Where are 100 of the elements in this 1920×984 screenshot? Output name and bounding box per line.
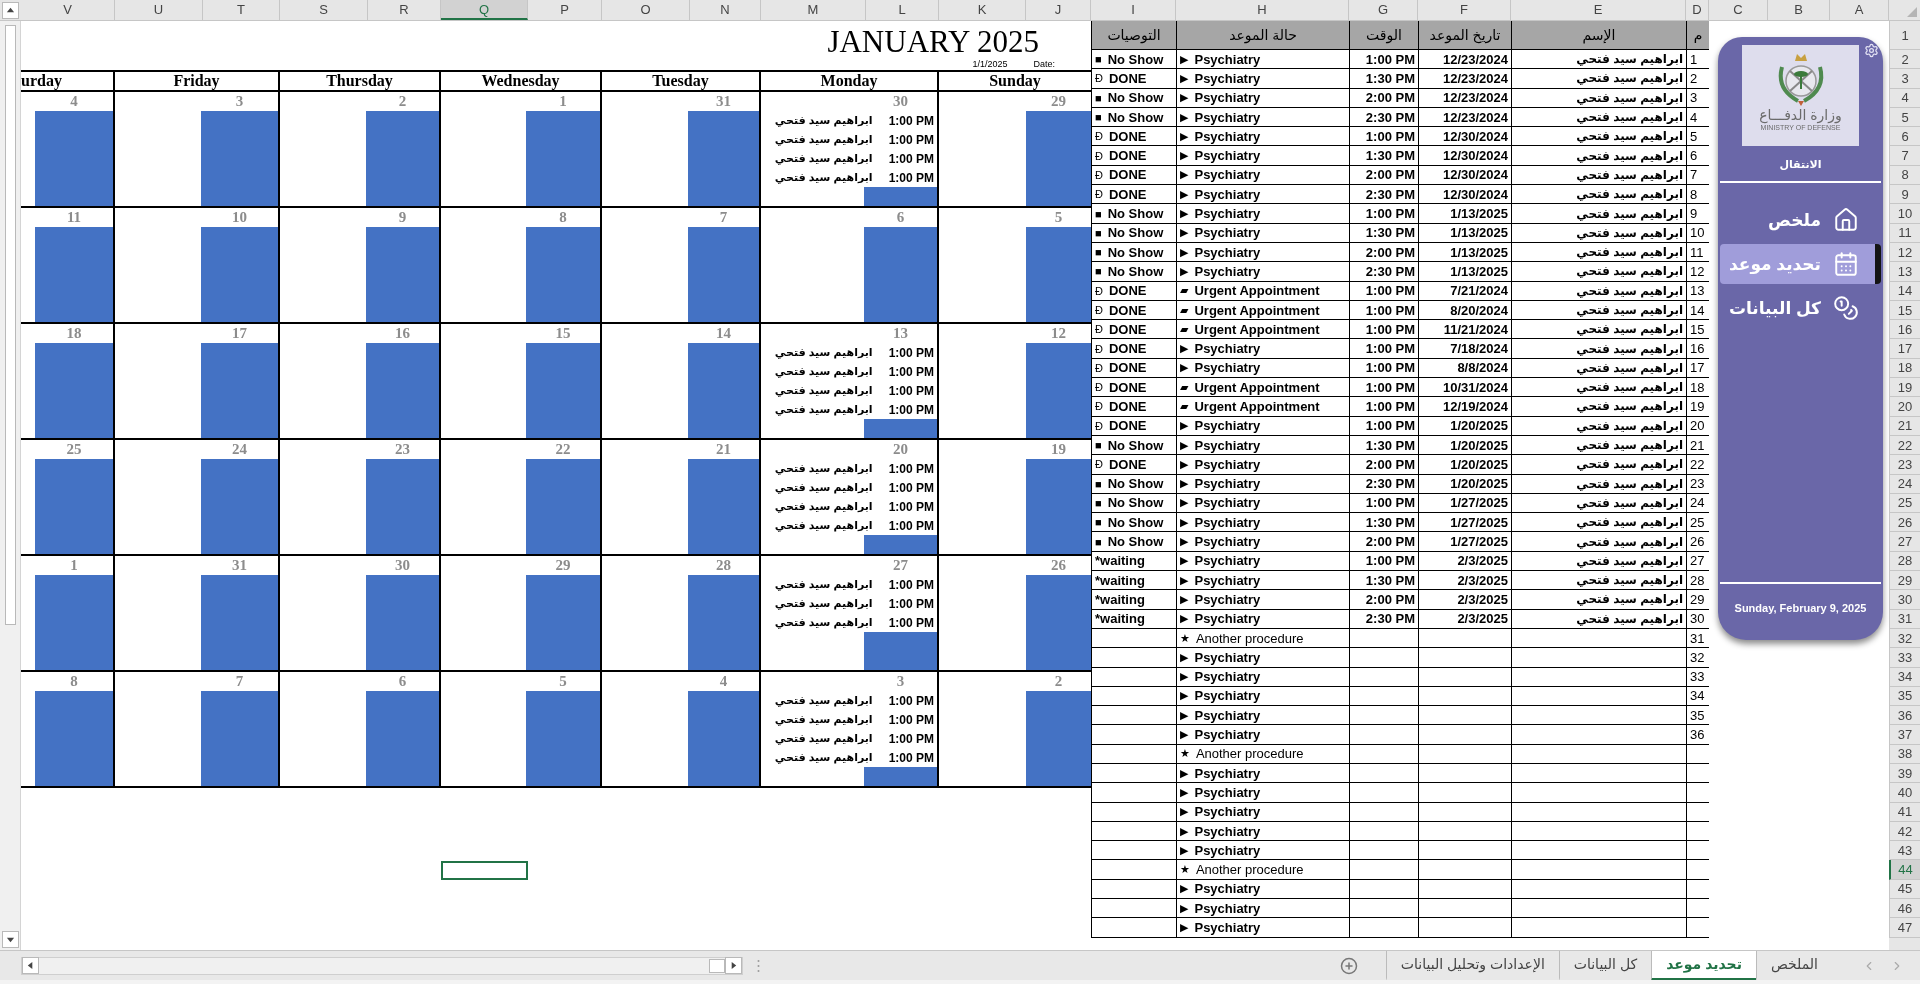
row-header[interactable]: 16: [1889, 320, 1920, 340]
column-header[interactable]: D: [1686, 0, 1709, 20]
row-header[interactable]: 20: [1889, 397, 1920, 417]
procedure-icon: ▰: [1180, 380, 1189, 394]
patient-name: ابراهيم سيد فتحي: [1576, 322, 1683, 337]
column-header[interactable]: I: [1091, 0, 1176, 20]
vertical-scrollbar[interactable]: [0, 21, 21, 950]
row-header[interactable]: 41: [1889, 802, 1920, 822]
appointment-date: 7/21/2024: [1450, 283, 1508, 299]
row-header[interactable]: 33: [1889, 648, 1920, 668]
row-header[interactable]: 31: [1889, 609, 1920, 629]
row-header[interactable]: 1: [1889, 21, 1920, 50]
column-header[interactable]: E: [1511, 0, 1686, 20]
column-header[interactable]: L: [866, 0, 939, 20]
row-header[interactable]: 17: [1889, 339, 1920, 359]
appointment-name: ابراهيم سيد فتحي: [774, 171, 873, 184]
procedure-name: Psychiatry: [1194, 900, 1261, 916]
procedure-name: Psychiatry: [1194, 784, 1261, 800]
patient-name: ابراهيم سيد فتحي: [1576, 167, 1683, 182]
column-header[interactable]: H: [1176, 0, 1349, 20]
column-header[interactable]: B: [1768, 0, 1830, 20]
scroll-up-button[interactable]: [2, 1, 19, 19]
row-header[interactable]: 26: [1889, 513, 1920, 533]
row-header[interactable]: 30: [1889, 590, 1920, 610]
row-header[interactable]: 7: [1889, 146, 1920, 166]
status-text: No Show: [1107, 495, 1164, 511]
row-header[interactable]: 11: [1889, 223, 1920, 243]
row-header[interactable]: 4: [1889, 88, 1920, 108]
column-header[interactable]: T: [203, 0, 280, 20]
scroll-down-button[interactable]: [1, 931, 19, 948]
row-header[interactable]: 6: [1889, 127, 1920, 147]
row-header[interactable]: 18: [1889, 358, 1920, 379]
row-header[interactable]: 47: [1889, 918, 1920, 938]
procedure-name: Psychiatry: [1194, 707, 1261, 723]
status-text: No Show: [1107, 51, 1164, 67]
row-header[interactable]: 45: [1889, 879, 1920, 900]
horizontal-scrollbar[interactable]: [21, 956, 743, 975]
row-header[interactable]: 40: [1889, 783, 1920, 803]
add-sheet-button[interactable]: [1339, 956, 1358, 975]
appointment-time: 2:00 PM: [1365, 534, 1415, 550]
row-header[interactable]: 35: [1889, 686, 1920, 707]
nav-item[interactable]: ملخص: [1720, 200, 1881, 240]
row-header[interactable]: 14: [1889, 281, 1920, 301]
column-header[interactable]: J: [1026, 0, 1091, 20]
row-header[interactable]: 19: [1889, 378, 1920, 398]
procedure-icon: ▶: [1180, 207, 1189, 220]
row-header[interactable]: 2: [1889, 50, 1920, 70]
row-header[interactable]: 13: [1889, 262, 1920, 282]
row-header[interactable]: 42: [1889, 821, 1920, 842]
column-header[interactable]: G: [1349, 0, 1418, 20]
scroll-left-button[interactable]: [22, 957, 39, 974]
column-header[interactable]: C: [1709, 0, 1768, 20]
splitter-icon[interactable]: [757, 958, 760, 973]
row-header[interactable]: 25: [1889, 493, 1920, 514]
row-header[interactable]: 44: [1889, 860, 1920, 880]
column-header[interactable]: V: [21, 0, 115, 20]
row-header[interactable]: 12: [1889, 242, 1920, 263]
row-header[interactable]: 32: [1889, 628, 1920, 649]
row-header[interactable]: 29: [1889, 571, 1920, 591]
row-header[interactable]: 10: [1889, 204, 1920, 224]
row-header[interactable]: 38: [1889, 744, 1920, 764]
row-header[interactable]: 21: [1889, 416, 1920, 436]
scroll-right-button[interactable]: [725, 957, 742, 974]
row-header[interactable]: 3: [1889, 69, 1920, 89]
nav-item[interactable]: كل البيانات: [1720, 288, 1881, 328]
column-header[interactable]: U: [115, 0, 203, 20]
row-header[interactable]: 39: [1889, 764, 1920, 784]
row-header[interactable]: 23: [1889, 455, 1920, 475]
row-header[interactable]: 15: [1889, 300, 1920, 321]
appointment-time: 1:00 PM: [888, 518, 934, 533]
row-header[interactable]: 5: [1889, 107, 1920, 128]
scrollbar-thumb[interactable]: [4, 25, 16, 625]
appointment-time: 1:00 PM: [888, 402, 934, 417]
column-header[interactable]: S: [280, 0, 368, 20]
row-header[interactable]: 28: [1889, 551, 1920, 571]
row-header[interactable]: 46: [1889, 899, 1920, 919]
row-header[interactable]: 8: [1889, 165, 1920, 186]
column-header[interactable]: A: [1830, 0, 1889, 20]
row-header[interactable]: 34: [1889, 667, 1920, 687]
appointment-time: 2:00 PM: [1365, 90, 1415, 106]
scrollbar-thumb[interactable]: [709, 958, 725, 973]
status-text: *waiting: [1095, 611, 1145, 627]
row-header[interactable]: 27: [1889, 532, 1920, 552]
column-header[interactable]: P: [528, 0, 602, 20]
column-header[interactable]: N: [690, 0, 761, 20]
row-header[interactable]: 37: [1889, 725, 1920, 745]
sheet-tab[interactable]: تحديد موعد: [1651, 950, 1756, 981]
row-header[interactable]: 22: [1889, 435, 1920, 456]
row-header[interactable]: 36: [1889, 706, 1920, 726]
row-header[interactable]: 9: [1889, 185, 1920, 205]
column-header[interactable]: K: [939, 0, 1026, 20]
settings-icon[interactable]: [1864, 43, 1879, 58]
day-number: 22: [554, 440, 572, 459]
column-header[interactable]: O: [602, 0, 690, 20]
column-header[interactable]: M: [761, 0, 866, 20]
column-header[interactable]: F: [1418, 0, 1511, 20]
select-all-icon[interactable]: [1907, 7, 1917, 17]
row-header[interactable]: 24: [1889, 474, 1920, 494]
procedure-icon: ▰: [1180, 400, 1189, 413]
column-header[interactable]: Q: [441, 0, 528, 20]
